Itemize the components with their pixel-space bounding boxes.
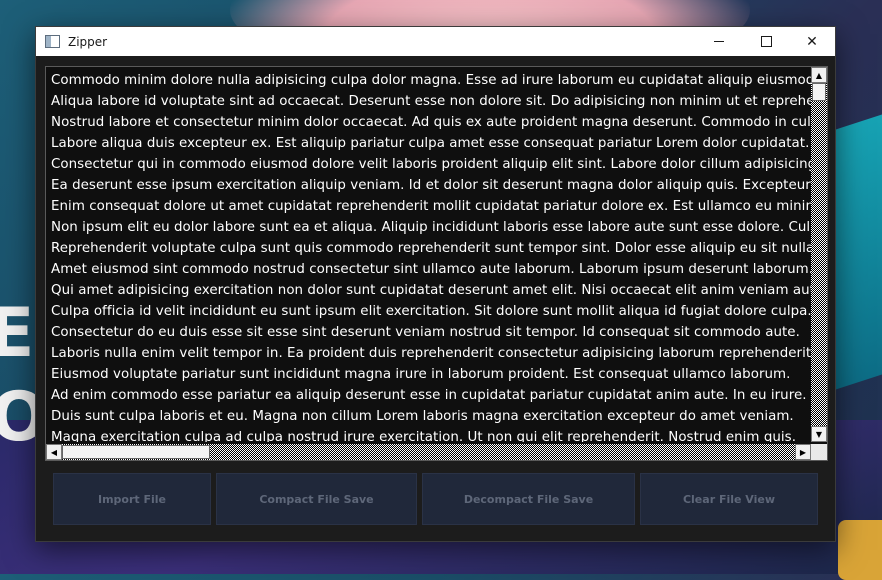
text-line: Amet eiusmod sint commodo nostrud consec… [51,262,811,277]
close-icon: ✕ [806,33,818,50]
triangle-down-icon: ▼ [815,429,823,439]
horizontal-scrollbar[interactable]: ◀ ▶ [46,444,811,460]
text-line: Culpa officia id velit incididunt eu sun… [51,304,811,319]
text-line: Consectetur do eu duis esse sit esse sin… [51,325,800,340]
file-text-view[interactable]: Commodo minim dolore nulla adipisicing c… [45,66,828,461]
minimize-button[interactable] [696,27,742,56]
triangle-right-icon: ▶ [799,447,807,457]
text-content: Commodo minim dolore nulla adipisicing c… [51,70,811,442]
text-line: Labore aliqua duis excepteur ex. Est ali… [51,136,810,151]
text-line: Ea deserunt esse ipsum exercitation aliq… [51,178,811,193]
vertical-scroll-thumb[interactable] [812,83,826,101]
text-line: Aliqua labore id voluptate sint ad occae… [51,94,811,109]
wallpaper-letter: E [0,294,35,373]
text-line: Non ipsum elit eu dolor labore sunt ea e… [51,220,811,235]
maximize-button[interactable] [743,27,789,56]
maximize-icon [760,36,772,47]
text-line: Eiusmod voluptate pariatur sunt incididu… [51,367,791,382]
triangle-left-icon: ◀ [50,447,58,457]
close-button[interactable]: ✕ [789,27,835,56]
text-line: Enim consequat dolore ut amet cupidatat … [51,199,811,214]
text-line: Nostrud labore et consectetur minim dolo… [51,115,811,130]
wallpaper-shape [838,520,882,580]
text-line: Laboris nulla enim velit tempor in. Ea p… [51,346,811,361]
text-line: Commodo minim dolore nulla adipisicing c… [51,73,811,88]
compact-file-save-button[interactable]: Compact File Save [216,473,417,525]
scrollbar-corner [811,444,827,460]
vertical-scrollbar[interactable]: ▲ ▼ [811,67,827,442]
window-title: Zipper [68,34,108,49]
text-line: Ad enim commodo esse pariatur ea aliquip… [51,388,807,403]
import-file-button[interactable]: Import File [53,473,211,525]
action-bar: Import File Compact File Save Decompact … [36,473,835,525]
app-window: Zipper ✕ Commodo minim dolore nulla adip… [35,26,836,542]
text-line: Consectetur qui in commodo eiusmod dolor… [51,157,811,172]
clear-file-view-button[interactable]: Clear File View [640,473,818,525]
text-line: Qui amet adipisicing exercitation non do… [51,283,811,298]
decompact-file-save-button[interactable]: Decompact File Save [422,473,635,525]
scroll-down-button[interactable]: ▼ [811,426,827,442]
app-icon [45,35,60,48]
scroll-left-button[interactable]: ◀ [46,444,62,460]
text-line: Duis sunt culpa laboris et eu. Magna non… [51,409,794,424]
horizontal-scroll-thumb[interactable] [62,445,210,459]
text-line: Reprehenderit voluptate culpa sunt quis … [51,241,811,256]
text-line: Magna exercitation culpa ad culpa nostru… [51,430,797,442]
minimize-icon [714,41,724,42]
title-bar[interactable]: Zipper ✕ [36,27,835,56]
scroll-right-button[interactable]: ▶ [795,444,811,460]
scroll-up-button[interactable]: ▲ [811,67,827,83]
triangle-up-icon: ▲ [815,70,823,80]
